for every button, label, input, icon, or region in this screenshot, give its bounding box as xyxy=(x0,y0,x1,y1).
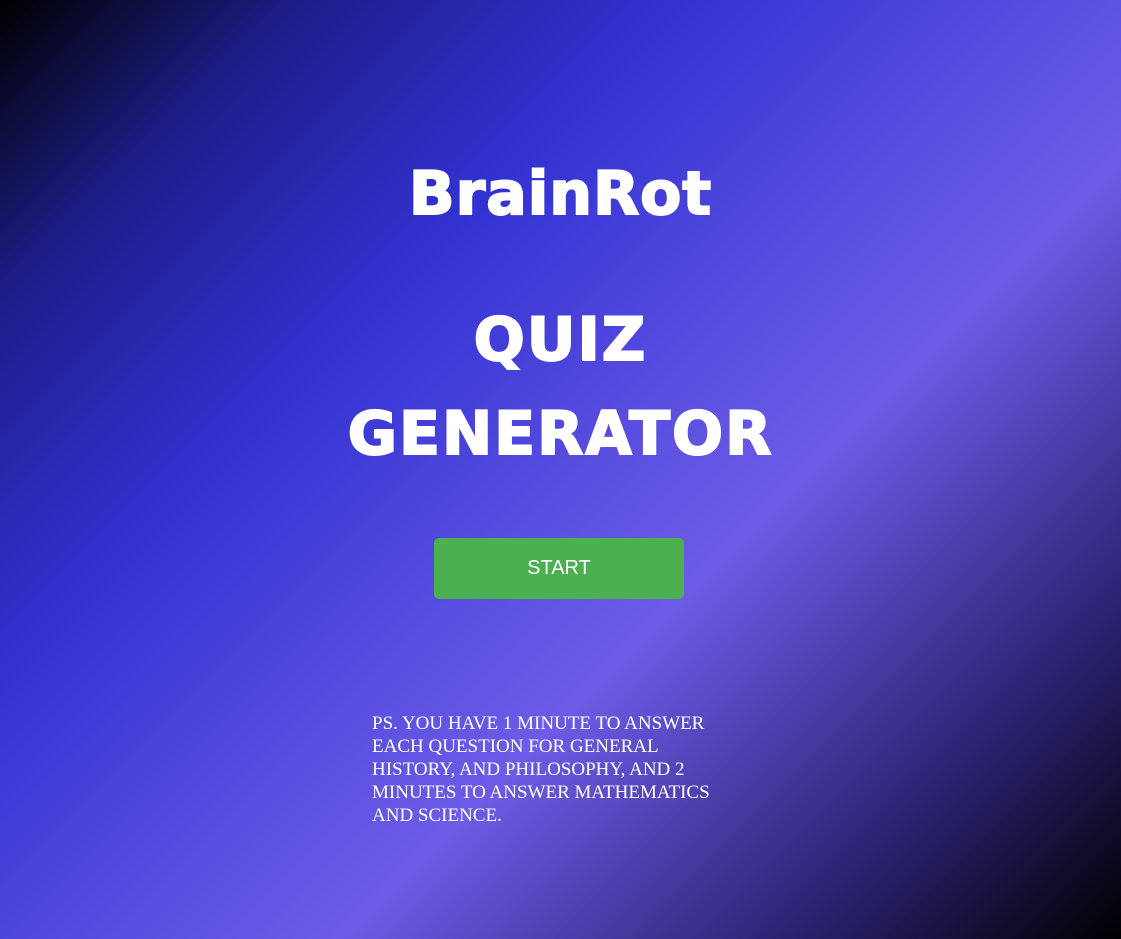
start-button[interactable]: START xyxy=(434,538,684,599)
quiz-heading: QUIZ xyxy=(473,305,648,375)
instructions-note: PS. YOU HAVE 1 MINUTE TO ANSWER EACH QUE… xyxy=(372,713,710,826)
generator-heading: GENERATOR xyxy=(347,399,774,469)
app-title: BrainRot xyxy=(408,159,713,229)
